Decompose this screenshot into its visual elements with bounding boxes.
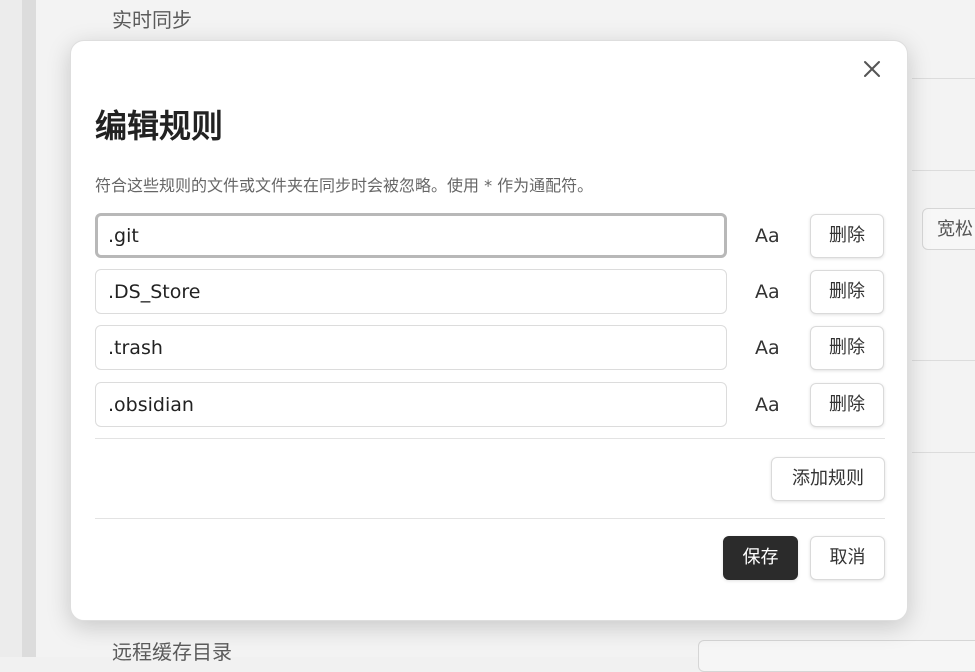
rule-input[interactable] (95, 269, 727, 314)
delete-rule-button[interactable]: 删除 (810, 270, 884, 314)
app-sidebar-edge (22, 0, 36, 657)
app-left-strip (0, 0, 22, 657)
delete-rule-button[interactable]: 删除 (810, 326, 884, 370)
edit-rules-modal: 编辑规则 符合这些规则的文件或文件夹在同步时会被忽略。使用 * 作为通配符。 A… (70, 40, 908, 621)
cancel-button[interactable]: 取消 (810, 536, 885, 580)
settings-side-button[interactable]: 宽松 (922, 208, 975, 250)
delete-rule-button[interactable]: 删除 (810, 383, 884, 427)
rule-row: Aa 删除 (95, 269, 885, 315)
settings-divider (912, 170, 975, 171)
rule-input[interactable] (95, 382, 727, 427)
settings-divider (912, 360, 975, 361)
close-icon[interactable] (858, 55, 886, 83)
add-rule-button[interactable]: 添加规则 (771, 457, 885, 501)
rule-input[interactable] (95, 325, 727, 370)
settings-section-heading: 实时同步 (112, 4, 192, 33)
rules-divider (95, 438, 885, 439)
rule-row: Aa 删除 (95, 382, 885, 428)
rule-row: Aa 删除 (95, 325, 885, 371)
settings-divider (912, 452, 975, 453)
settings-section-heading-bottom: 远程缓存目录 (112, 636, 232, 665)
case-sensitive-toggle[interactable]: Aa (755, 382, 780, 428)
footer-divider (95, 518, 885, 519)
case-sensitive-toggle[interactable]: Aa (755, 213, 780, 259)
settings-divider (912, 78, 975, 79)
delete-rule-button[interactable]: 删除 (810, 214, 884, 258)
rule-input[interactable] (95, 213, 727, 258)
rule-row: Aa 删除 (95, 213, 885, 259)
settings-input-box[interactable] (698, 640, 975, 672)
case-sensitive-toggle[interactable]: Aa (755, 325, 780, 371)
modal-description: 符合这些规则的文件或文件夹在同步时会被忽略。使用 * 作为通配符。 (95, 172, 593, 196)
case-sensitive-toggle[interactable]: Aa (755, 269, 780, 315)
save-button[interactable]: 保存 (723, 536, 798, 580)
modal-title: 编辑规则 (95, 101, 223, 147)
